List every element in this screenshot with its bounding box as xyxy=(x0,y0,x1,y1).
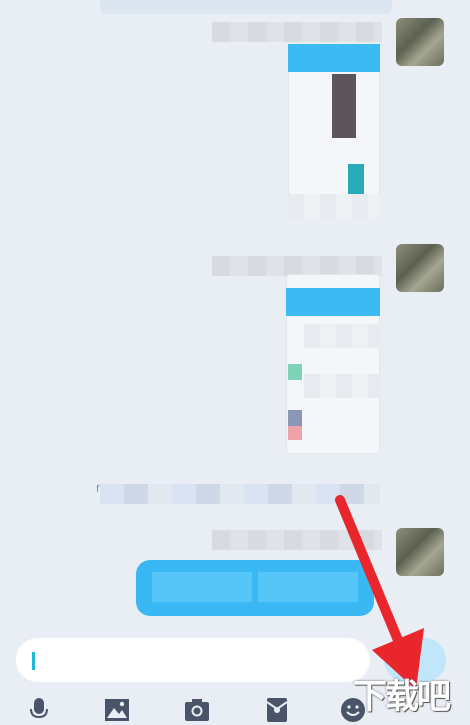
red-packet-button[interactable] xyxy=(262,696,292,724)
chat-message-list[interactable]: f xyxy=(0,0,470,630)
card-color-swatch xyxy=(288,426,302,440)
card-text xyxy=(304,324,380,348)
image-icon xyxy=(105,699,129,721)
camera-icon xyxy=(185,699,209,721)
avatar[interactable] xyxy=(396,244,444,292)
bubble-text xyxy=(152,572,252,602)
card-header xyxy=(286,288,380,316)
camera-button[interactable] xyxy=(182,696,212,724)
avatar[interactable] xyxy=(396,18,444,66)
system-notice-text: f xyxy=(96,484,100,495)
watermark-logo: 下载吧 xyxy=(338,664,464,722)
card-text xyxy=(288,194,380,218)
microphone-icon xyxy=(30,698,48,719)
voice-button[interactable] xyxy=(24,696,54,724)
system-notice: f xyxy=(96,484,380,504)
card-color-swatch xyxy=(288,364,302,380)
card-thumbnail xyxy=(332,74,356,138)
watermark-text: 下载吧 xyxy=(353,676,451,717)
sender-name xyxy=(212,530,382,550)
card-color-swatch xyxy=(288,410,302,426)
sender-name xyxy=(212,256,382,276)
red-packet-icon xyxy=(266,698,288,722)
card-text xyxy=(304,374,380,398)
message-input[interactable] xyxy=(16,638,370,682)
avatar[interactable] xyxy=(396,528,444,576)
message-bubble[interactable] xyxy=(136,560,374,616)
card-header xyxy=(288,44,380,72)
shared-card[interactable] xyxy=(286,274,380,454)
bubble-text xyxy=(258,572,358,602)
sender-name xyxy=(212,22,382,42)
photo-button[interactable] xyxy=(102,696,132,724)
card-thumbnail-accent xyxy=(348,164,364,194)
text-caret xyxy=(32,652,35,670)
shared-card[interactable] xyxy=(288,44,380,218)
